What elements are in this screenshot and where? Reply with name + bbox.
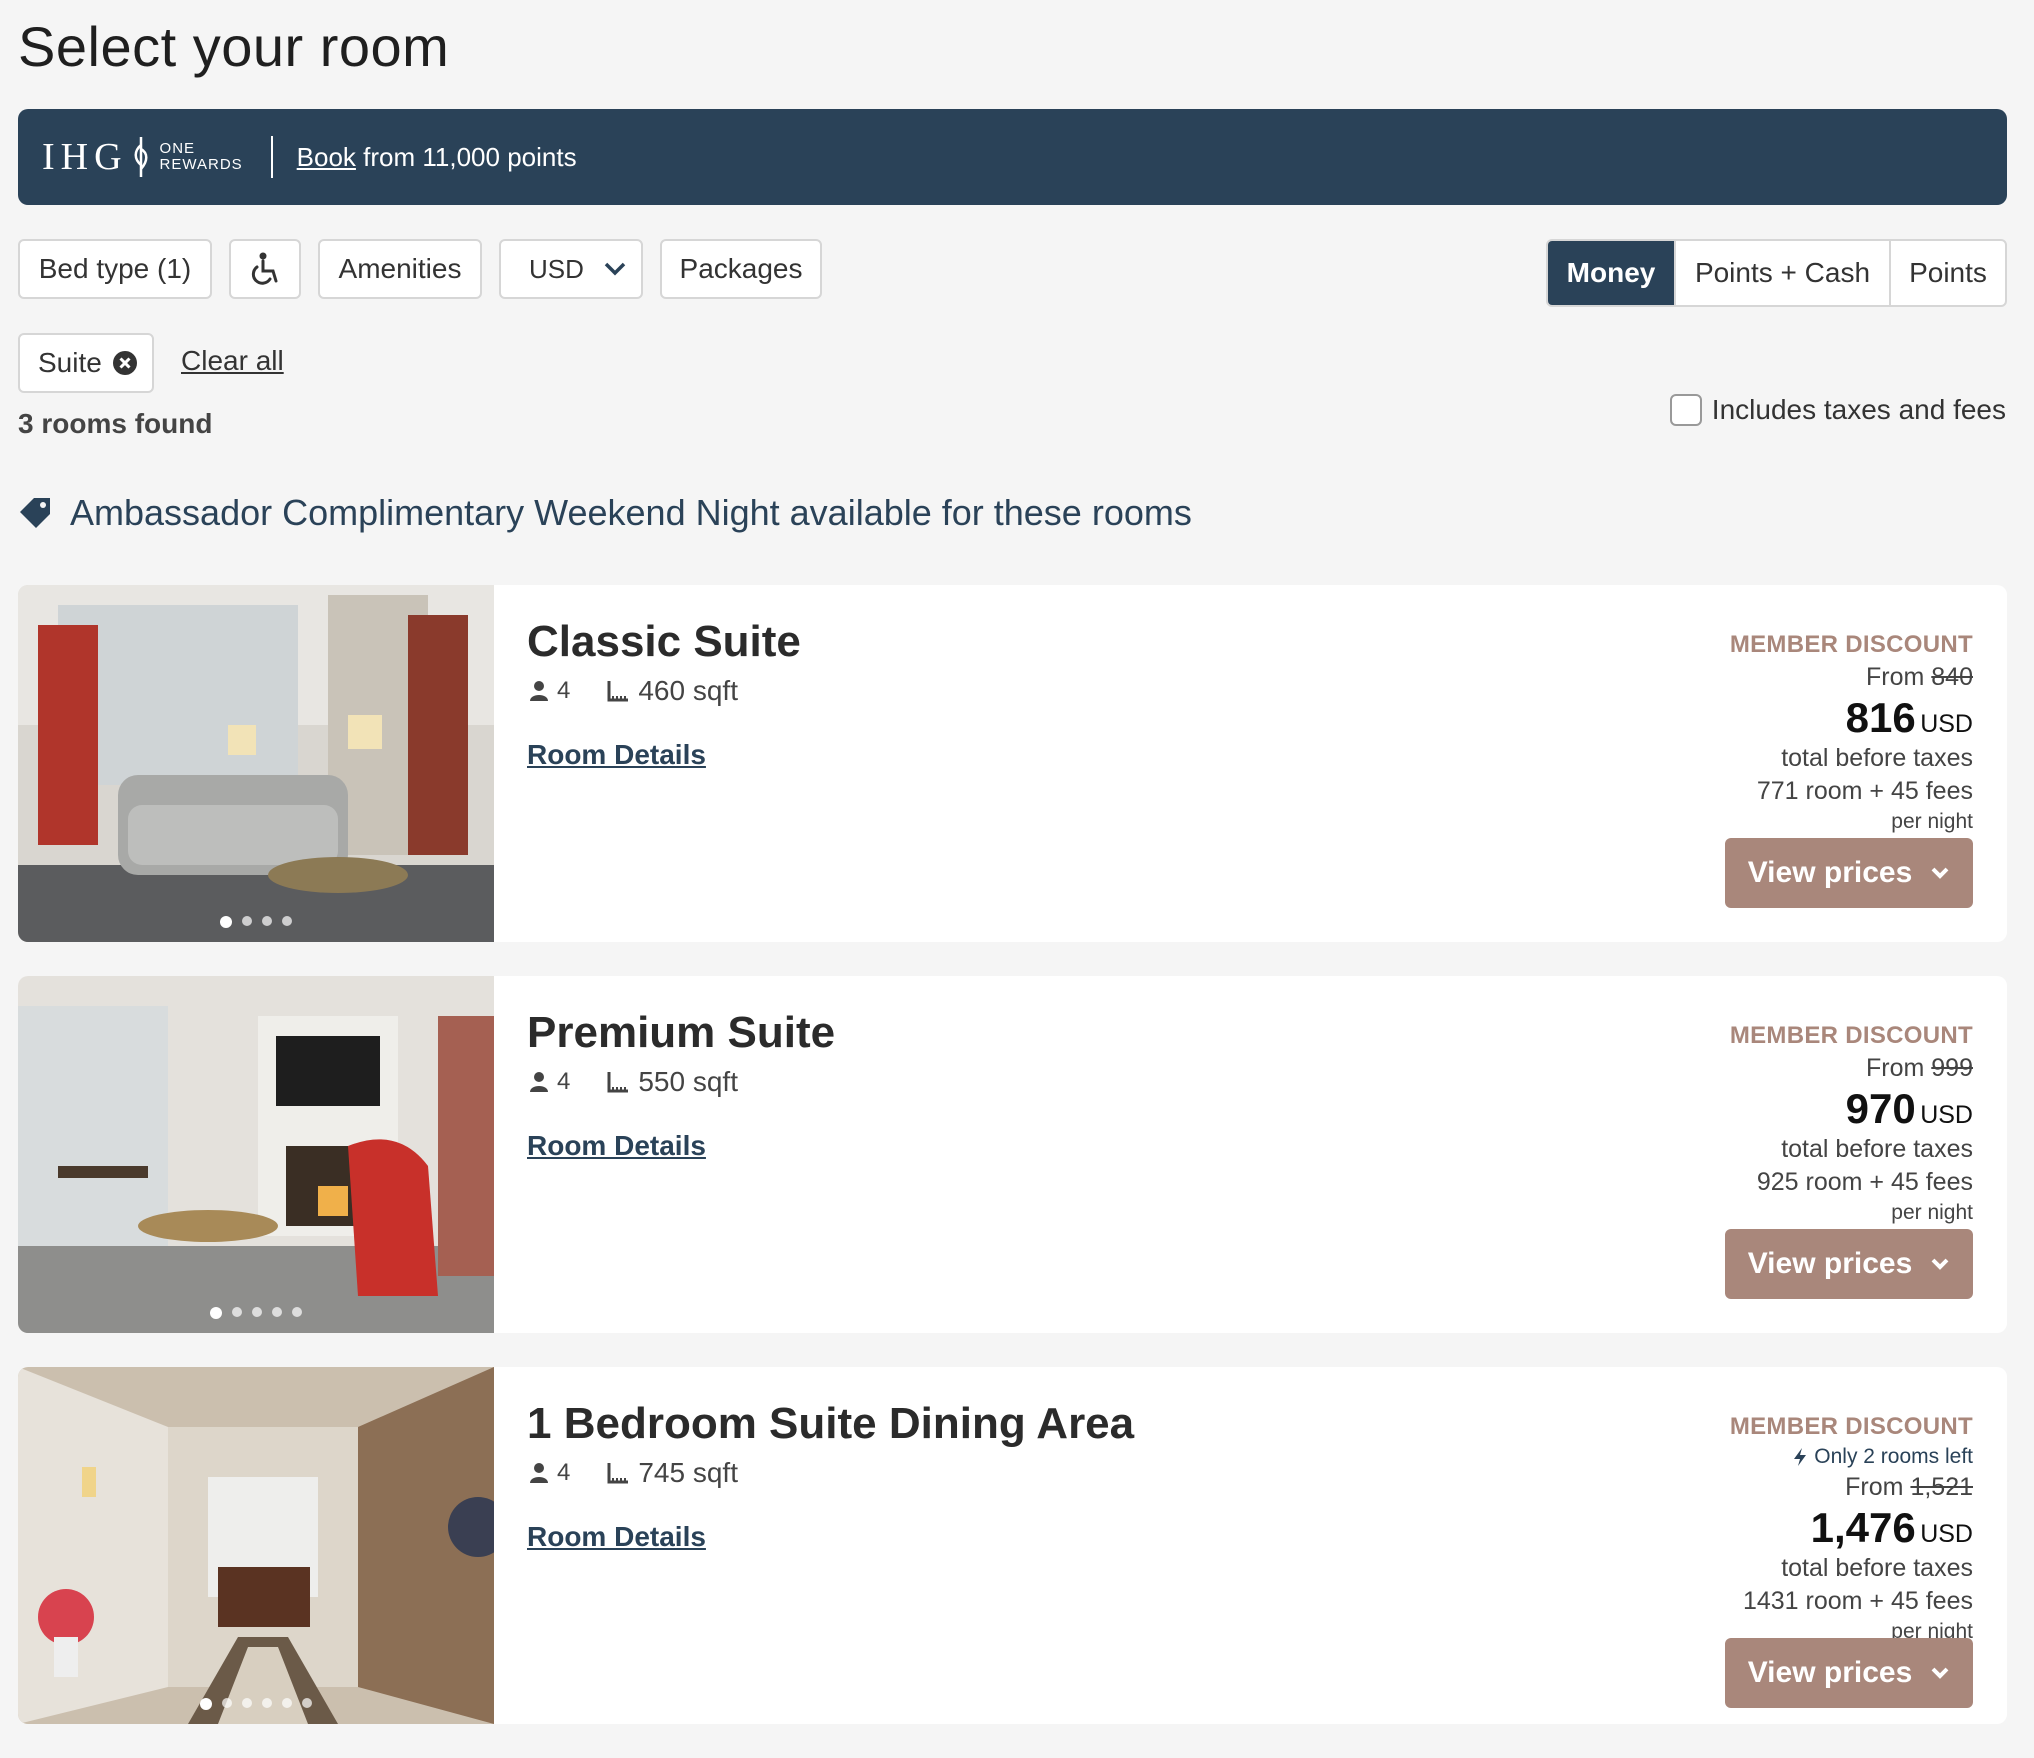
room-photo-image — [18, 976, 494, 1333]
total-before-taxes: total before taxes — [1781, 744, 1973, 772]
price-block: MEMBER DISCOUNT From 999 970 USD total b… — [1730, 1022, 1973, 1225]
from-price: From 999 — [1866, 1054, 1973, 1082]
room-guests: 4 — [557, 1459, 571, 1486]
room-photo[interactable] — [18, 1367, 508, 1724]
bed-type-filter-button[interactable]: Bed type (1) — [18, 239, 212, 299]
room-card: 1 Bedroom Suite Dining Area 4 745 sqft R… — [18, 1367, 2007, 1724]
per-night-label: per night — [1891, 1201, 1973, 1224]
pay-mode-toggle: Money Points + Cash Points — [1546, 239, 2007, 307]
rooms-found-count: 3 rooms found — [18, 408, 213, 439]
member-discount-label: MEMBER DISCOUNT — [1729, 1413, 1973, 1440]
includes-taxes-checkbox[interactable] — [1669, 394, 1702, 426]
room-photo-image — [18, 1367, 508, 1724]
room-details-link[interactable]: Room Details — [527, 1130, 706, 1162]
room-meta: 4 745 sqft — [529, 1457, 738, 1489]
floor-area-icon — [607, 681, 629, 702]
floor-area-icon — [607, 1463, 629, 1484]
lightning-icon — [1794, 1448, 1807, 1466]
ihg-logo-sub-rewards: REWARDS — [159, 156, 243, 173]
banner-text: Book from 11,000 points — [297, 142, 577, 173]
room-name: Classic Suite — [527, 617, 801, 666]
chevron-down-icon — [1931, 867, 1949, 879]
room-photo-image — [18, 585, 494, 942]
floor-area-icon — [607, 1072, 629, 1093]
current-price: 816 USD — [1845, 694, 1973, 741]
amenities-filter-button[interactable]: Amenities — [318, 239, 482, 299]
view-prices-button[interactable]: View prices — [1725, 838, 1973, 908]
includes-taxes-toggle[interactable]: Includes taxes and fees — [1669, 394, 2006, 426]
currency-select-value: USD — [529, 253, 584, 284]
active-filter-chip-label: Suite — [38, 347, 102, 378]
clear-all-link[interactable]: Clear all — [181, 345, 284, 377]
room-card: Classic Suite 4 460 sqft Room Details ME… — [18, 585, 2007, 942]
photo-carousel-dots[interactable] — [18, 916, 494, 928]
price-breakdown: 1431 room + 45 fees — [1742, 1587, 1973, 1615]
pay-mode-points-cash[interactable]: Points + Cash — [1674, 241, 1889, 305]
promo-banner: Ambassador Complimentary Weekend Night a… — [18, 492, 1192, 534]
promo-text: Ambassador Complimentary Weekend Night a… — [70, 492, 1192, 533]
room-sqft: 550 sqft — [638, 1066, 738, 1097]
currency-select[interactable]: USD — [499, 239, 643, 299]
room-sqft: 460 sqft — [638, 675, 738, 706]
from-price: From 1,521 — [1845, 1473, 1973, 1501]
pay-mode-money[interactable]: Money — [1548, 241, 1674, 305]
active-filter-chip[interactable]: Suite — [18, 333, 154, 393]
chevron-down-icon — [1931, 1667, 1949, 1679]
view-prices-button[interactable]: View prices — [1725, 1229, 1973, 1299]
room-sqft: 745 sqft — [638, 1457, 738, 1488]
member-discount-label: MEMBER DISCOUNT — [1729, 1022, 1973, 1049]
price-block: MEMBER DISCOUNT Only 2 rooms left From 1… — [1730, 1413, 1973, 1644]
room-meta: 4 550 sqft — [529, 1066, 738, 1098]
room-guests: 4 — [557, 1068, 571, 1095]
ihg-rewards-banner: IHG ONE REWARDS Book from 11,000 points — [18, 109, 2007, 205]
room-card: Premium Suite 4 550 sqft Room Details ME… — [18, 976, 2007, 1333]
price-breakdown: 925 room + 45 fees — [1756, 1168, 1973, 1196]
view-prices-button[interactable]: View prices — [1725, 1638, 1973, 1708]
chevron-down-icon — [604, 262, 626, 276]
close-circle-icon[interactable] — [112, 350, 138, 376]
person-icon — [530, 1072, 548, 1092]
photo-carousel-dots[interactable] — [18, 1307, 494, 1319]
photo-carousel-dots[interactable] — [18, 1698, 494, 1710]
room-meta: 4 460 sqft — [529, 675, 738, 707]
price-block: MEMBER DISCOUNT From 840 816 USD total b… — [1730, 631, 1973, 834]
room-details-link[interactable]: Room Details — [527, 1521, 706, 1553]
person-icon — [530, 1463, 548, 1483]
pay-mode-points[interactable]: Points — [1889, 241, 2005, 305]
original-price: 840 — [1931, 663, 1973, 691]
packages-filter-button[interactable]: Packages — [660, 239, 822, 299]
current-price: 1,476 USD — [1810, 1504, 1973, 1551]
ihg-logo-text: IHG — [42, 136, 128, 178]
wheelchair-icon — [251, 252, 278, 285]
original-price: 1,521 — [1910, 1473, 1973, 1501]
per-night-label: per night — [1891, 810, 1973, 833]
current-price: 970 USD — [1845, 1085, 1973, 1132]
ihg-logo-sub-one: ONE — [159, 140, 196, 157]
accessibility-filter-button[interactable] — [229, 239, 301, 299]
room-name: Premium Suite — [527, 1008, 836, 1057]
person-icon — [530, 681, 548, 701]
room-photo[interactable] — [18, 976, 494, 1333]
ihg-flame-icon — [134, 137, 148, 177]
page-title: Select your room — [18, 15, 450, 78]
ihg-logo: IHG ONE REWARDS — [42, 127, 243, 187]
room-name: 1 Bedroom Suite Dining Area — [527, 1399, 1135, 1448]
book-with-points-link[interactable]: Book — [297, 142, 356, 172]
member-discount-label: MEMBER DISCOUNT — [1729, 631, 1973, 658]
room-guests: 4 — [557, 677, 571, 704]
tag-icon — [20, 498, 50, 528]
total-before-taxes: total before taxes — [1781, 1554, 1973, 1582]
banner-divider — [270, 136, 273, 178]
price-breakdown: 771 room + 45 fees — [1756, 777, 1973, 805]
includes-taxes-label: Includes taxes and fees — [1711, 394, 2006, 425]
total-before-taxes: total before taxes — [1781, 1135, 1973, 1163]
original-price: 999 — [1931, 1054, 1973, 1082]
book-points-text: from 11,000 points — [355, 141, 577, 172]
chevron-down-icon — [1931, 1258, 1949, 1270]
room-details-link[interactable]: Room Details — [527, 739, 706, 771]
rooms-left-notice: Only 2 rooms left — [1730, 1445, 1973, 1469]
room-photo[interactable] — [18, 585, 494, 942]
from-price: From 840 — [1866, 663, 1973, 691]
